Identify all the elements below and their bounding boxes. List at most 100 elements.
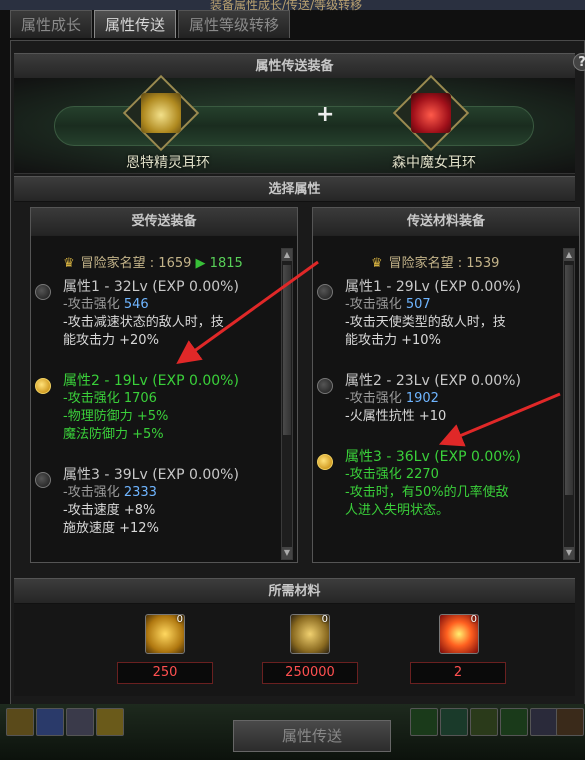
- hotbar-skill-icon[interactable]: [556, 708, 584, 736]
- material-attr-2[interactable]: 属性2 - 23Lv (EXP 0.00%) -攻击强化 1902 -火属性抗性…: [317, 372, 567, 434]
- attr-line-prefix: -攻击强化: [345, 391, 406, 406]
- attr-title: 属性1 - 32Lv (EXP 0.00%): [63, 279, 239, 295]
- material-fame-label: 冒险家名望 : 1539: [388, 256, 500, 271]
- hotbar-skill-icon[interactable]: [500, 708, 528, 736]
- material-attr-3[interactable]: 属性3 - 36Lv (EXP 0.00%) -攻击强化 2270 -攻击时，有…: [317, 448, 567, 528]
- attr-line: -火属性抗性 +10: [345, 409, 447, 424]
- scroll-down-icon[interactable]: ▼: [282, 547, 292, 559]
- select-section-header: 选择属性: [14, 176, 575, 202]
- scroll-thumb[interactable]: [283, 265, 291, 435]
- material-required: 2: [410, 662, 506, 684]
- fame-crown-icon: ♛: [63, 256, 75, 271]
- gold-earring-icon: [141, 93, 181, 133]
- attr-line: 能攻击力 +20%: [63, 333, 159, 348]
- attr-line-value: 507: [405, 297, 431, 312]
- attr-1-body: 属性1 - 32Lv (EXP 0.00%) -攻击强化 546 -攻击减速状态…: [63, 278, 288, 350]
- attr-title: 属性3 - 39Lv (EXP 0.00%): [63, 467, 239, 483]
- attr-line-value: 546: [123, 297, 149, 312]
- attr-title: 属性1 - 29Lv (EXP 0.00%): [345, 279, 521, 295]
- attr-3-body: 属性3 - 39Lv (EXP 0.00%) -攻击强化 2333 -攻击速度 …: [63, 466, 288, 538]
- gold-crystal-icon: 0: [145, 614, 185, 654]
- attr-line: -攻击时，有50%的几率使敌: [345, 485, 509, 500]
- tab-attribute-transfer[interactable]: 属性传送: [94, 10, 177, 38]
- tab-attribute-growth[interactable]: 属性成长: [10, 10, 93, 38]
- attr-3-body: 属性3 - 36Lv (EXP 0.00%) -攻击强化 2270 -攻击时，有…: [345, 448, 570, 520]
- attr-title: 属性2 - 19Lv (EXP 0.00%): [63, 373, 239, 389]
- receiver-attr-1[interactable]: 属性1 - 32Lv (EXP 0.00%) -攻击强化 546 -攻击减速状态…: [35, 278, 285, 358]
- materials-area: 0 250 0 250000 0 2: [14, 604, 575, 696]
- attr-2-radio[interactable]: [35, 378, 51, 394]
- receiver-fame: ♛ 冒险家名望 : 1659 ▶ 1815: [63, 252, 243, 271]
- attr-1-radio[interactable]: [317, 284, 333, 300]
- attr-line-prefix: -攻击强化: [345, 467, 406, 482]
- scroll-thumb[interactable]: [565, 265, 573, 495]
- gold-coins-icon: 0: [290, 614, 330, 654]
- attr-line: 能攻击力 +10%: [345, 333, 441, 348]
- hotbar-skill-icon[interactable]: [66, 708, 94, 736]
- attr-line-value: 2333: [123, 485, 157, 500]
- attr-line: -攻击强化 2333: [63, 484, 288, 502]
- attr-line: -攻击强化 1706: [63, 390, 288, 408]
- attr-line-value: 2270: [405, 467, 439, 482]
- materials-section-header: 所需材料: [14, 578, 575, 604]
- hotbar-skill-icon[interactable]: [470, 708, 498, 736]
- attr-line-prefix: -攻击强化: [345, 297, 406, 312]
- attr-line: 魔法防御力 +5%: [63, 427, 164, 442]
- material-required: 250000: [262, 662, 358, 684]
- attr-line: -物理防御力 +5%: [63, 409, 169, 424]
- material-count: 0: [321, 614, 328, 625]
- material-attr-1[interactable]: 属性1 - 29Lv (EXP 0.00%) -攻击强化 507 -攻击天使类型…: [317, 278, 567, 358]
- attr-2-body: 属性2 - 23Lv (EXP 0.00%) -攻击强化 1902 -火属性抗性…: [345, 372, 570, 426]
- scroll-down-icon[interactable]: ▼: [564, 547, 574, 559]
- hotbar-skill-icon[interactable]: [530, 708, 558, 736]
- attr-line: 人进入失明状态。: [345, 503, 450, 518]
- receiver-attr-3[interactable]: 属性3 - 39Lv (EXP 0.00%) -攻击强化 2333 -攻击速度 …: [35, 466, 285, 546]
- attribute-transfer-button[interactable]: 属性传送: [233, 720, 391, 752]
- receiver-fame-new: 1815: [209, 256, 243, 271]
- tab-attribute-level-transfer[interactable]: 属性等级转移: [178, 10, 291, 38]
- receiver-equipment-panel: 受传送装备 ♛ 冒险家名望 : 1659 ▶ 1815 属性1 - 32Lv (E…: [30, 207, 298, 563]
- target-item-name: 森中魔女耳环: [392, 155, 476, 171]
- attr-line-value: 1706: [123, 391, 157, 406]
- receiver-panel-title: 受传送装备: [31, 208, 297, 236]
- attr-3-radio[interactable]: [35, 472, 51, 488]
- source-item-name: 恩特精灵耳环: [126, 155, 210, 171]
- material-scrollbar[interactable]: ▲ ▼: [563, 248, 575, 560]
- attr-line-prefix: -攻击强化: [63, 297, 124, 312]
- hotbar-skill-icon[interactable]: [36, 708, 64, 736]
- scroll-up-icon[interactable]: ▲: [564, 249, 574, 261]
- fame-crown-icon: ♛: [371, 256, 383, 271]
- attr-3-radio[interactable]: [317, 454, 333, 470]
- fire-orb-icon: 0: [439, 614, 479, 654]
- material-fame: ♛ 冒险家名望 : 1539: [371, 252, 499, 271]
- hotbar-skill-icon[interactable]: [6, 708, 34, 736]
- material-count: 0: [176, 614, 183, 625]
- attr-2-body: 属性2 - 19Lv (EXP 0.00%) -攻击强化 1706 -物理防御力…: [63, 372, 288, 444]
- attr-2-radio[interactable]: [317, 378, 333, 394]
- attr-line-prefix: -攻击强化: [63, 485, 124, 500]
- material-panel-title: 传送材料装备: [313, 208, 579, 236]
- receiver-scrollbar[interactable]: ▲ ▼: [281, 248, 293, 560]
- fame-arrow-icon: ▶: [195, 256, 206, 271]
- receiver-fame-label: 冒险家名望 : 1659: [80, 256, 192, 271]
- red-earring-icon: [411, 93, 451, 133]
- attr-line: -攻击强化 1902: [345, 390, 570, 408]
- attr-line: -攻击强化 546: [63, 296, 288, 314]
- hotbar-skill-icon[interactable]: [96, 708, 124, 736]
- attr-line: -攻击强化 507: [345, 296, 570, 314]
- equip-section-header: 属性传送装备: [14, 53, 575, 79]
- attr-1-radio[interactable]: [35, 284, 51, 300]
- attr-title: 属性2 - 23Lv (EXP 0.00%): [345, 373, 521, 389]
- scroll-up-icon[interactable]: ▲: [282, 249, 292, 261]
- attr-line: -攻击减速状态的敌人时，技: [63, 315, 224, 330]
- material-equipment-panel: 传送材料装备 ♛ 冒险家名望 : 1539 属性1 - 29Lv (EXP 0.0…: [312, 207, 580, 563]
- hotbar-skill-icon[interactable]: [410, 708, 438, 736]
- attr-line: -攻击速度 +8%: [63, 503, 156, 518]
- window-title-strip: 装备属性成长/传送/等级转移: [0, 0, 585, 12]
- equipment-banner: 恩特精灵耳环 + 森中魔女耳环: [14, 74, 575, 174]
- receiver-attr-2[interactable]: 属性2 - 19Lv (EXP 0.00%) -攻击强化 1706 -物理防御力…: [35, 372, 285, 452]
- hotbar-skill-icon[interactable]: [440, 708, 468, 736]
- help-button[interactable]: ?: [573, 53, 585, 71]
- tab-bar: 属性成长 属性传送 属性等级转移: [10, 10, 291, 40]
- attr-1-body: 属性1 - 29Lv (EXP 0.00%) -攻击强化 507 -攻击天使类型…: [345, 278, 570, 350]
